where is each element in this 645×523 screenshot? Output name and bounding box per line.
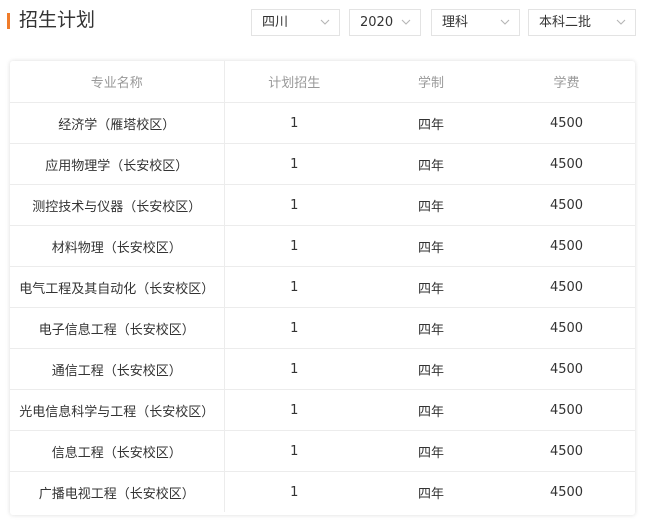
province-select-value: 四川 <box>262 15 289 30</box>
plan-cell: 1 <box>224 266 364 308</box>
tuition-cell: 4500 <box>498 430 635 472</box>
major-cell: 信息工程（长安校区） <box>10 430 225 472</box>
subject-select-value: 理科 <box>442 15 469 30</box>
table-row: 电子信息工程（长安校区） 1 四年 4500 <box>10 307 635 349</box>
table-row: 信息工程（长安校区） 1 四年 4500 <box>10 430 635 472</box>
plan-cell: 1 <box>224 348 364 390</box>
batch-select-value: 本科二批 <box>539 15 592 30</box>
title-accent-bar <box>7 13 10 29</box>
province-select[interactable]: 四川 <box>251 9 340 36</box>
page-title: 招生计划 <box>19 9 96 31</box>
tuition-cell: 4500 <box>498 266 635 308</box>
table-row: 经济学（雁塔校区） 1 四年 4500 <box>10 102 635 144</box>
plan-cell: 1 <box>224 430 364 472</box>
column-header-duration: 学制 <box>364 61 498 103</box>
chevron-down-icon <box>401 19 411 25</box>
duration-cell: 四年 <box>364 266 498 308</box>
admission-plan-table: 专业名称 计划招生 学制 学费 经济学（雁塔校区） 1 四年 4500 应用物理… <box>10 61 635 512</box>
plan-cell: 1 <box>224 184 364 226</box>
tuition-cell: 4500 <box>498 184 635 226</box>
admission-plan-page: 招生计划 四川 2020 理科 本科二批 专业名称 计划招生 学制 学费 经济学… <box>0 0 645 523</box>
chevron-down-icon <box>500 19 510 25</box>
section-header: 招生计划 四川 2020 理科 本科二批 <box>0 0 645 44</box>
table-row: 广播电视工程（长安校区） 1 四年 4500 <box>10 471 635 512</box>
batch-select[interactable]: 本科二批 <box>528 9 636 36</box>
duration-cell: 四年 <box>364 102 498 144</box>
tuition-cell: 4500 <box>498 143 635 185</box>
duration-cell: 四年 <box>364 430 498 472</box>
table-row: 材料物理（长安校区） 1 四年 4500 <box>10 225 635 267</box>
major-cell: 通信工程（长安校区） <box>10 348 225 390</box>
chevron-down-icon <box>616 19 626 25</box>
duration-cell: 四年 <box>364 184 498 226</box>
duration-cell: 四年 <box>364 307 498 349</box>
table-header-row: 专业名称 计划招生 学制 学费 <box>10 61 635 103</box>
plan-cell: 1 <box>224 389 364 431</box>
duration-cell: 四年 <box>364 348 498 390</box>
admission-plan-table-card: 专业名称 计划招生 学制 学费 经济学（雁塔校区） 1 四年 4500 应用物理… <box>10 61 635 515</box>
plan-cell: 1 <box>290 484 299 500</box>
major-cell: 经济学（雁塔校区） <box>10 102 225 144</box>
major-cell: 应用物理学（长安校区） <box>10 143 225 185</box>
tuition-cell: 4500 <box>498 348 635 390</box>
column-header-tuition: 学费 <box>498 61 635 103</box>
major-cell: 电气工程及其自动化（长安校区） <box>10 266 225 308</box>
column-header-plan: 计划招生 <box>224 61 364 103</box>
year-select-value: 2020 <box>360 15 394 30</box>
duration-cell: 四年 <box>364 225 498 267</box>
major-cell: 电子信息工程（长安校区） <box>10 307 225 349</box>
major-cell: 光电信息科学与工程（长安校区） <box>10 389 225 431</box>
duration-cell: 四年 <box>364 143 498 185</box>
table-row: 光电信息科学与工程（长安校区） 1 四年 4500 <box>10 389 635 431</box>
plan-cell: 1 <box>224 143 364 185</box>
year-select[interactable]: 2020 <box>349 9 421 36</box>
column-header-major: 专业名称 <box>10 61 225 103</box>
plan-cell: 1 <box>224 102 364 144</box>
plan-cell: 1 <box>224 307 364 349</box>
tuition-cell: 4500 <box>498 225 635 267</box>
tuition-cell: 4500 <box>498 307 635 349</box>
tuition-cell: 4500 <box>498 389 635 431</box>
plan-cell: 1 <box>224 225 364 267</box>
duration-cell: 四年 <box>364 389 498 431</box>
table-row: 通信工程（长安校区） 1 四年 4500 <box>10 348 635 390</box>
tuition-cell: 4500 <box>549 484 584 500</box>
major-cell: 广播电视工程（长安校区） <box>10 471 225 512</box>
major-cell: 材料物理（长安校区） <box>10 225 225 267</box>
table-row: 电气工程及其自动化（长安校区） 1 四年 4500 <box>10 266 635 308</box>
chevron-down-icon <box>320 19 330 25</box>
major-cell: 测控技术与仪器（长安校区） <box>10 184 225 226</box>
duration-cell: 四年 <box>417 486 444 502</box>
table-row: 测控技术与仪器（长安校区） 1 四年 4500 <box>10 184 635 226</box>
subject-select[interactable]: 理科 <box>431 9 520 36</box>
tuition-cell: 4500 <box>498 102 635 144</box>
table-row: 应用物理学（长安校区） 1 四年 4500 <box>10 143 635 185</box>
